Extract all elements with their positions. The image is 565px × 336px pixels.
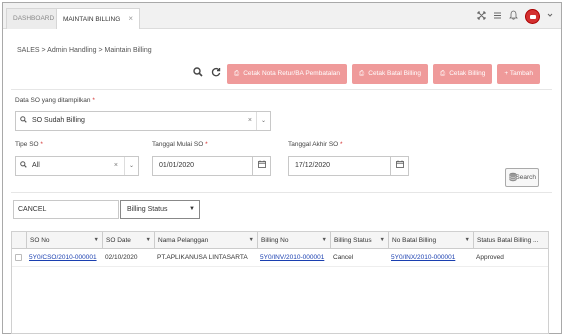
tab-maintain-billing[interactable]: MAINTAIN BILLING × — [56, 8, 140, 29]
column-header-label: SO No — [30, 237, 50, 244]
required-mark: * — [40, 141, 43, 148]
billing-status-select[interactable]: Billing Status ▼ — [120, 200, 200, 219]
tanggal-akhir-label: Tanggal Akhir SO * — [288, 141, 343, 148]
tab-dashboard-label: DASHBOARD — [13, 15, 55, 22]
tanggal-mulai-label: Tanggal Mulai SO * — [152, 141, 208, 148]
tab-maintain-billing-label: MAINTAIN BILLING — [63, 16, 121, 23]
printer-icon: ⎙ — [234, 70, 240, 77]
sort-icon[interactable]: ▼ — [146, 232, 151, 249]
chevron-down-icon[interactable]: ⌄ — [124, 157, 138, 175]
table-row[interactable]: 5Y0/CSO/2010-000001 02/10/2020 PT.APLIKA… — [12, 249, 548, 267]
app-window: DASHBOARD MAINTAIN BILLING × SALES > Admi… — [2, 2, 562, 334]
data-so-select[interactable]: SO Sudah Billing × ⌄ — [15, 111, 271, 131]
billing-status-select-value: Billing Status — [127, 206, 168, 213]
column-header-billing-status[interactable]: Billing Status ▼ — [330, 232, 388, 249]
refresh-icon[interactable] — [211, 67, 221, 80]
cetak-nota-label: Cetak Nota Retur/BA Pembatalan — [243, 70, 341, 77]
tab-bar: DASHBOARD MAINTAIN BILLING × — [3, 3, 561, 29]
column-header-no-batal-billing[interactable]: No Batal Billing ▼ — [388, 232, 473, 249]
search-icon — [20, 112, 27, 130]
column-header-so-no[interactable]: SO No ▼ — [26, 232, 102, 249]
billing-no-link[interactable]: 5Y0/INV/2010-000001 — [257, 249, 330, 267]
tambah-button[interactable]: + Tambah — [497, 64, 540, 84]
search-icon[interactable] — [193, 67, 203, 80]
nama-pelanggan-cell: PT.APLIKANUSA LINTASARTA — [157, 254, 248, 261]
sort-icon[interactable]: ▼ — [322, 232, 327, 249]
column-header-label: Nama Pelanggan — [158, 237, 209, 244]
quick-filter-input[interactable]: CANCEL — [13, 200, 119, 219]
select-column-header — [12, 232, 26, 249]
clear-icon[interactable]: × — [248, 112, 252, 130]
divider — [11, 192, 552, 193]
column-header-label: No Batal Billing — [392, 237, 437, 244]
required-mark: * — [205, 141, 208, 148]
divider — [11, 89, 552, 90]
printer-icon: ⎙ — [359, 70, 365, 77]
tipe-so-label: Tipe SO * — [15, 141, 43, 148]
cetak-batal-billing-button[interactable]: ⎙ Cetak Batal Billing — [352, 64, 428, 84]
status-batal-billing-cell: Approved — [476, 254, 504, 261]
column-header-nama-pelanggan[interactable]: Nama Pelanggan ▼ — [154, 232, 257, 249]
tipe-so-select[interactable]: All × ⌄ — [15, 156, 139, 176]
column-header-label: Status Batal Billing ... — [477, 237, 539, 244]
sort-icon[interactable]: ▼ — [380, 232, 385, 249]
so-no-link[interactable]: 5Y0/CSO/2010-000001 — [26, 249, 102, 267]
breadcrumb: SALES > Admin Handling > Maintain Billin… — [17, 47, 152, 54]
column-header-label: SO Date — [106, 237, 131, 244]
sort-icon[interactable]: ▼ — [465, 232, 470, 249]
tanggal-mulai-input[interactable]: 01/01/2020 — [152, 156, 253, 176]
row-checkbox[interactable] — [15, 254, 22, 261]
chevron-down-icon: ▼ — [189, 206, 195, 212]
clear-icon[interactable]: × — [114, 157, 118, 175]
expand-icon[interactable] — [477, 11, 486, 22]
sort-icon[interactable]: ▼ — [94, 232, 99, 249]
tanggal-akhir-label-text: Tanggal Akhir SO — [288, 141, 339, 148]
action-toolbar: ⎙ Cetak Nota Retur/BA Pembatalan ⎙ Cetak B… — [227, 64, 540, 84]
printer-icon: ⎙ — [440, 70, 446, 77]
menu-icon[interactable] — [493, 11, 502, 22]
column-header-billing-no[interactable]: Billing No ▼ — [257, 232, 330, 249]
billing-status-cell: Cancel — [333, 254, 354, 261]
top-icons — [477, 7, 553, 25]
chevron-down-icon[interactable] — [547, 12, 553, 20]
cetak-billing-label: Cetak Billing — [449, 70, 486, 77]
tab-dashboard[interactable]: DASHBOARD — [6, 8, 62, 29]
search-button[interactable]: Search — [505, 168, 539, 187]
so-date-cell: 02/10/2020 — [105, 254, 138, 261]
close-icon[interactable]: × — [128, 14, 133, 23]
data-so-label-text: Data SO yang ditampilkan — [15, 97, 91, 104]
calendar-icon[interactable] — [253, 156, 271, 176]
column-header-label: Billing No — [261, 237, 289, 244]
required-mark: * — [92, 97, 95, 104]
tipe-so-label-text: Tipe SO — [15, 141, 39, 148]
data-so-value: SO Sudah Billing — [32, 117, 85, 124]
bell-icon[interactable] — [509, 10, 518, 22]
data-so-label: Data SO yang ditampilkan * — [15, 97, 95, 104]
column-header-status-batal-billing[interactable]: Status Batal Billing ... — [473, 232, 548, 249]
required-mark: * — [340, 141, 343, 148]
billing-table: SO No ▼ SO Date ▼ Nama Pelanggan ▼ Billing … — [11, 231, 549, 334]
tipe-so-value: All — [32, 162, 40, 169]
column-header-so-date[interactable]: SO Date ▼ — [102, 232, 154, 249]
no-batal-billing-link[interactable]: 5Y0/INX/2010-000001 — [388, 249, 473, 267]
sort-icon[interactable]: ▼ — [249, 232, 254, 249]
calendar-icon[interactable] — [391, 156, 409, 176]
search-button-label: Search — [515, 174, 536, 181]
tanggal-mulai-label-text: Tanggal Mulai SO — [152, 141, 204, 148]
cetak-nota-retur-button[interactable]: ⎙ Cetak Nota Retur/BA Pembatalan — [227, 64, 348, 84]
search-icon — [20, 157, 27, 175]
tanggal-akhir-input[interactable]: 17/12/2020 — [288, 156, 391, 176]
database-icon — [509, 171, 517, 188]
chevron-down-icon[interactable]: ⌄ — [256, 112, 270, 130]
cetak-batal-label: Cetak Batal Billing — [368, 70, 421, 77]
table-header: SO No ▼ SO Date ▼ Nama Pelanggan ▼ Billing … — [12, 232, 548, 249]
avatar[interactable] — [525, 8, 540, 24]
column-header-label: Billing Status — [334, 237, 372, 244]
cetak-billing-button[interactable]: ⎙ Cetak Billing — [433, 64, 493, 84]
